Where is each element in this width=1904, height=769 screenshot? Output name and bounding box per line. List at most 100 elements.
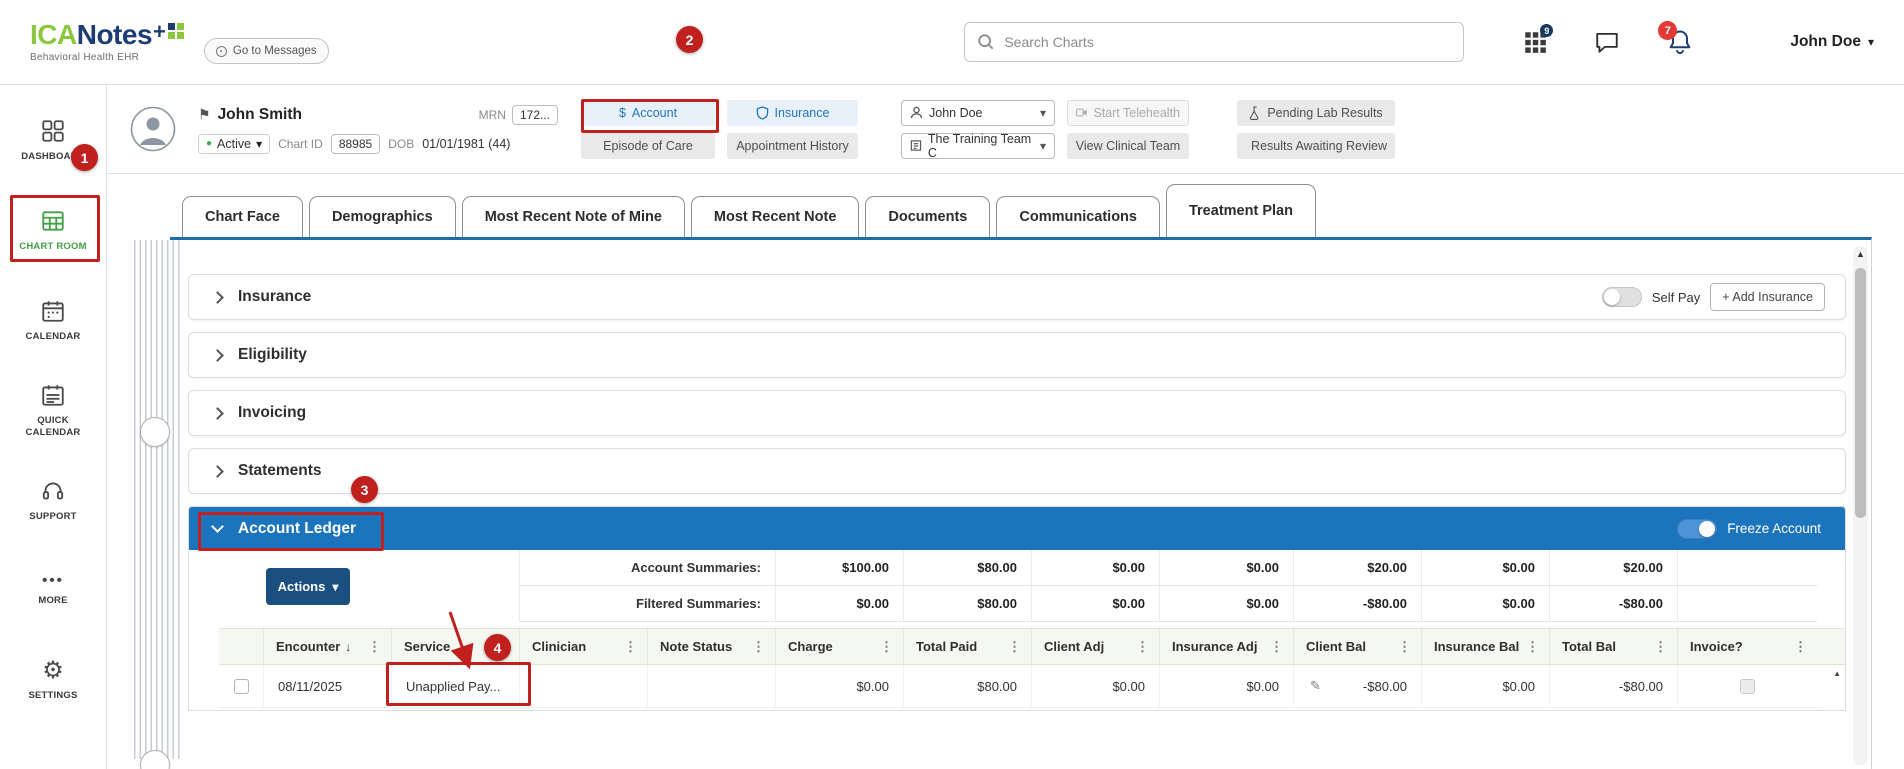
cell-total-paid: $80.00 (903, 665, 1031, 708)
sidebar: DASHBOARD CHART ROOM CALENDAR QUICK CALE… (0, 85, 107, 769)
mrn-value: 172... (511, 104, 558, 125)
sidebar-item-dashboard[interactable]: DASHBOARD (0, 105, 106, 175)
column-menu-icon[interactable]: ⋮ (1652, 639, 1669, 655)
cell-client-bal: ✎ -$80.00 (1293, 665, 1421, 708)
column-header-total-bal[interactable]: Total Bal ⋮ (1549, 629, 1677, 664)
apps-badge: 9 (1540, 24, 1554, 37)
add-insurance-button[interactable]: + Add Insurance (1710, 283, 1825, 311)
summary-client-adj: $0.00 (1031, 550, 1159, 586)
user-menu[interactable]: John Doe ▾ (1790, 33, 1874, 51)
view-clinical-team-button[interactable]: View Clinical Team (1067, 132, 1189, 159)
logo-text-notes: Notes (76, 19, 153, 50)
column-header-encounter[interactable]: Encounter ↓ ⋮ (263, 629, 391, 664)
column-header-invoice[interactable]: Invoice? ⋮ (1677, 629, 1817, 664)
section-eligibility[interactable]: Eligibility (188, 332, 1846, 378)
drawer-handle[interactable] (140, 417, 170, 447)
cell-charge: $0.00 (775, 665, 903, 708)
start-telehealth-button[interactable]: Start Telehealth (1067, 99, 1189, 126)
scrollbar-up-icon[interactable]: ▲ (1853, 249, 1868, 259)
sidebar-item-settings[interactable]: ⚙ SETTINGS (0, 645, 106, 715)
account-ledger-header[interactable]: Account Ledger Freeze Account (189, 507, 1845, 550)
vertical-scrollbar[interactable]: ▲ (1853, 246, 1868, 765)
self-pay-toggle[interactable] (1601, 287, 1642, 307)
patient-status-dropdown[interactable]: ● Active ▾ (198, 133, 271, 154)
section-account-ledger: Account Ledger Freeze Account Actions ▾ (188, 506, 1846, 711)
tab-treatment-plan[interactable]: Treatment Plan (1165, 184, 1316, 237)
column-menu-icon[interactable]: ⋮ (1134, 639, 1151, 655)
column-header-total-paid[interactable]: Total Paid ⋮ (903, 629, 1031, 664)
chat-button[interactable] (1594, 29, 1620, 55)
notifications-button[interactable]: 7 (1658, 21, 1694, 56)
column-header-charge[interactable]: Charge ⋮ (775, 629, 903, 664)
sidebar-item-chart-room[interactable]: CHART ROOM (0, 195, 106, 265)
search-icon (978, 34, 994, 50)
account-button[interactable]: $ Account (581, 99, 715, 126)
column-menu-icon[interactable]: ⋮ (494, 639, 511, 655)
column-header-insurance-bal[interactable]: Insurance Bal ⋮ (1421, 629, 1549, 664)
column-header-insurance-adj[interactable]: Insurance Adj ⋮ (1159, 629, 1293, 664)
tab-communications[interactable]: Communications (996, 196, 1160, 237)
summary-client-bal: $20.00 (1293, 550, 1421, 586)
freeze-account-toggle[interactable] (1677, 518, 1718, 539)
column-menu-icon[interactable]: ⋮ (1524, 639, 1541, 655)
tab-most-recent-note-of-mine[interactable]: Most Recent Note of Mine (461, 196, 685, 237)
invoice-checkbox[interactable] (1740, 678, 1755, 694)
chart-room-icon (42, 211, 64, 231)
column-header-note-status[interactable]: Note Status ⋮ (647, 629, 775, 664)
tab-documents[interactable]: Documents (865, 196, 991, 237)
sidebar-item-quick-calendar[interactable]: QUICK CALENDAR (0, 375, 106, 445)
actions-button[interactable]: Actions ▾ (266, 568, 350, 605)
provider-dropdown[interactable]: John Doe ▾ (901, 99, 1055, 126)
column-menu-icon[interactable]: ⋮ (878, 639, 895, 655)
column-header-service[interactable]: Service ⋮ (391, 629, 519, 664)
section-statements[interactable]: Statements (188, 448, 1846, 494)
column-menu-icon[interactable]: ⋮ (1006, 639, 1023, 655)
sidebar-item-support[interactable]: SUPPORT (0, 465, 106, 535)
scrollbar-thumb[interactable] (1855, 268, 1866, 518)
column-header-client-adj[interactable]: Client Adj ⋮ (1031, 629, 1159, 664)
column-menu-icon[interactable]: ⋮ (622, 639, 639, 655)
apps-grid-button[interactable]: 9 (1522, 24, 1554, 55)
column-menu-icon[interactable]: ⋮ (1268, 639, 1285, 655)
chart-tabs: Chart Face Demographics Most Recent Note… (107, 174, 1904, 237)
column-menu-icon[interactable]: ⋮ (1792, 639, 1809, 655)
row-checkbox[interactable] (233, 678, 249, 694)
episode-of-care-button[interactable]: Episode of Care (581, 132, 715, 159)
team-dropdown[interactable]: The Training Team C ▾ (901, 132, 1055, 160)
patient-header: ⚑ John Smith MRN 172... ● Active ▾ Chart… (107, 85, 1904, 174)
table-scroll-up-icon[interactable]: ▲ (1833, 669, 1841, 678)
chat-icon (1596, 32, 1619, 53)
account-summaries-label: Account Summaries: (519, 550, 775, 586)
chart-page: Insurance Self Pay + Add Insurance Eligi… (134, 237, 1872, 769)
column-menu-icon[interactable]: ⋮ (366, 639, 383, 655)
go-to-messages-button[interactable]: Go to Messages (203, 38, 329, 64)
summary-total-paid: $80.00 (903, 586, 1031, 622)
shield-icon (756, 105, 768, 120)
table-row: 08/11/2025 Unapplied Pay... $0.00 $80.00… (219, 665, 1845, 708)
edit-pencil-icon[interactable]: ✎ (1310, 678, 1321, 694)
column-menu-icon[interactable]: ⋮ (1396, 639, 1413, 655)
results-awaiting-review-button[interactable]: Results Awaiting Review (1237, 132, 1395, 159)
insurance-button[interactable]: Insurance (727, 99, 858, 126)
pending-lab-results-button[interactable]: Pending Lab Results (1237, 99, 1395, 126)
sort-descending-icon: ↓ (345, 639, 352, 654)
flag-icon[interactable]: ⚑ (198, 106, 211, 123)
column-menu-icon[interactable]: ⋮ (750, 639, 767, 655)
chevron-down-icon: ▾ (1039, 138, 1046, 153)
column-header-clinician[interactable]: Clinician ⋮ (519, 629, 647, 664)
summary-insurance-bal: $0.00 (1421, 586, 1549, 622)
search-input[interactable] (1004, 34, 1452, 50)
sidebar-item-more[interactable]: ••• MORE (0, 555, 106, 625)
sidebar-item-calendar[interactable]: CALENDAR (0, 285, 106, 355)
section-invoicing[interactable]: Invoicing (188, 390, 1846, 436)
search-charts-box (964, 22, 1465, 62)
column-header-client-bal[interactable]: Client Bal ⋮ (1293, 629, 1421, 664)
section-insurance[interactable]: Insurance Self Pay + Add Insurance (188, 274, 1846, 320)
icanotes-logo[interactable]: ICA Notes + Behavioral Health EHR (30, 21, 184, 63)
appointment-history-button[interactable]: Appointment History (727, 132, 858, 159)
chevron-right-icon (211, 348, 224, 362)
tab-demographics[interactable]: Demographics (308, 196, 456, 237)
tab-most-recent-note[interactable]: Most Recent Note (690, 196, 860, 237)
tab-chart-face[interactable]: Chart Face (182, 196, 303, 237)
dob-label: DOB (388, 136, 415, 151)
